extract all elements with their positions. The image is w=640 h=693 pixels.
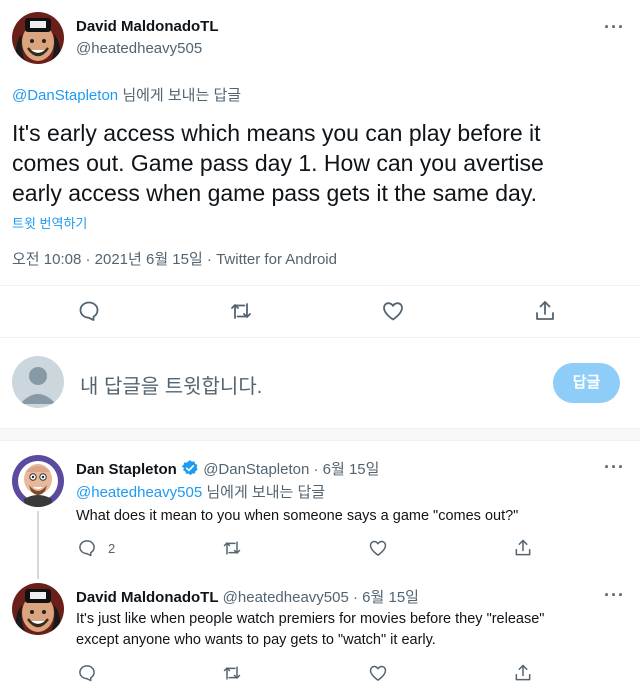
divider <box>0 337 640 338</box>
retweet-icon[interactable] <box>229 299 253 323</box>
reply2-text-line: except anyone who wants to pay gets to "… <box>76 632 436 648</box>
reply1-header: Dan Stapleton @DanStapleton · 6월 15일 <box>76 458 379 479</box>
reply-icon[interactable] <box>77 299 101 323</box>
more-options-icon[interactable]: ··· <box>604 458 625 476</box>
tweet-timestamp[interactable]: 오전 10:08 · 2021년 6월 15일 · Twitter for An… <box>12 248 337 269</box>
reply1-reply-icon[interactable] <box>77 538 97 558</box>
divider <box>0 285 640 286</box>
author-name[interactable]: David MaldonadoTL <box>76 18 219 35</box>
reply2-reply-icon[interactable] <box>77 663 97 683</box>
reply1-share-icon[interactable] <box>513 538 533 558</box>
reply1-text: What does it mean to you when someone sa… <box>76 508 519 524</box>
tweet-text-line: It's early access which means you can pl… <box>12 120 541 146</box>
reply2-share-icon[interactable] <box>513 663 533 683</box>
reply2-handle-date[interactable]: @heatedheavy505 · 6월 15일 <box>223 589 419 606</box>
avatar-david[interactable] <box>12 583 64 635</box>
reply-context: @DanStapleton 님에게 보내는 답글 <box>12 84 241 105</box>
reply-to-suffix: 님에게 보내는 답글 <box>122 87 242 104</box>
like-icon[interactable] <box>381 299 405 323</box>
reply-submit-label: 답글 <box>572 374 601 391</box>
author-handle[interactable]: @heatedheavy505 <box>76 40 202 57</box>
reply1-reply-count: 2 <box>108 541 116 556</box>
tweet-text: It's early access which means you can pl… <box>12 118 632 208</box>
reply1-reply-to-suffix: 님에게 보내는 답글 <box>206 484 326 501</box>
reply1-handle-date[interactable]: @DanStapleton · 6월 15일 <box>203 461 379 478</box>
reply1-author-name[interactable]: Dan Stapleton <box>76 461 177 478</box>
reply1-context: @heatedheavy505 님에게 보내는 답글 <box>76 481 325 502</box>
reply2-header: David MaldonadoTL @heatedheavy505 · 6월 1… <box>76 586 419 607</box>
tweet-text-line: early access when game pass gets it the … <box>12 180 538 206</box>
reply1-like-icon[interactable] <box>368 538 388 558</box>
tweet-text-line: comes out. Game pass day 1. How can you … <box>12 150 544 176</box>
more-options-icon[interactable]: ··· <box>604 18 625 36</box>
reply2-text-line: It's just like when people watch premier… <box>76 611 545 627</box>
reply-submit-button[interactable]: 답글 <box>553 363 620 403</box>
share-icon[interactable] <box>533 299 557 323</box>
reply2-retweet-icon[interactable] <box>222 663 242 683</box>
verified-badge-icon <box>181 459 199 477</box>
more-options-icon[interactable]: ··· <box>604 586 625 604</box>
translate-tweet-link[interactable]: 트윗 번역하기 <box>12 213 87 232</box>
reply2-author-name[interactable]: David MaldonadoTL <box>76 589 219 606</box>
section-separator <box>0 428 640 441</box>
thread-line <box>37 511 39 579</box>
reply-to-link[interactable]: @DanStapleton <box>12 87 118 104</box>
reply2-text: It's just like when people watch premier… <box>76 609 636 651</box>
reply1-retweet-icon[interactable] <box>222 538 242 558</box>
reply2-like-icon[interactable] <box>368 663 388 683</box>
avatar-dan[interactable] <box>12 455 64 507</box>
avatar-default[interactable] <box>12 356 64 408</box>
avatar-david[interactable] <box>12 12 64 64</box>
reply-compose-input[interactable]: 내 답글을 트윗합니다. <box>80 370 262 399</box>
reply1-reply-to-link[interactable]: @heatedheavy505 <box>76 484 202 501</box>
